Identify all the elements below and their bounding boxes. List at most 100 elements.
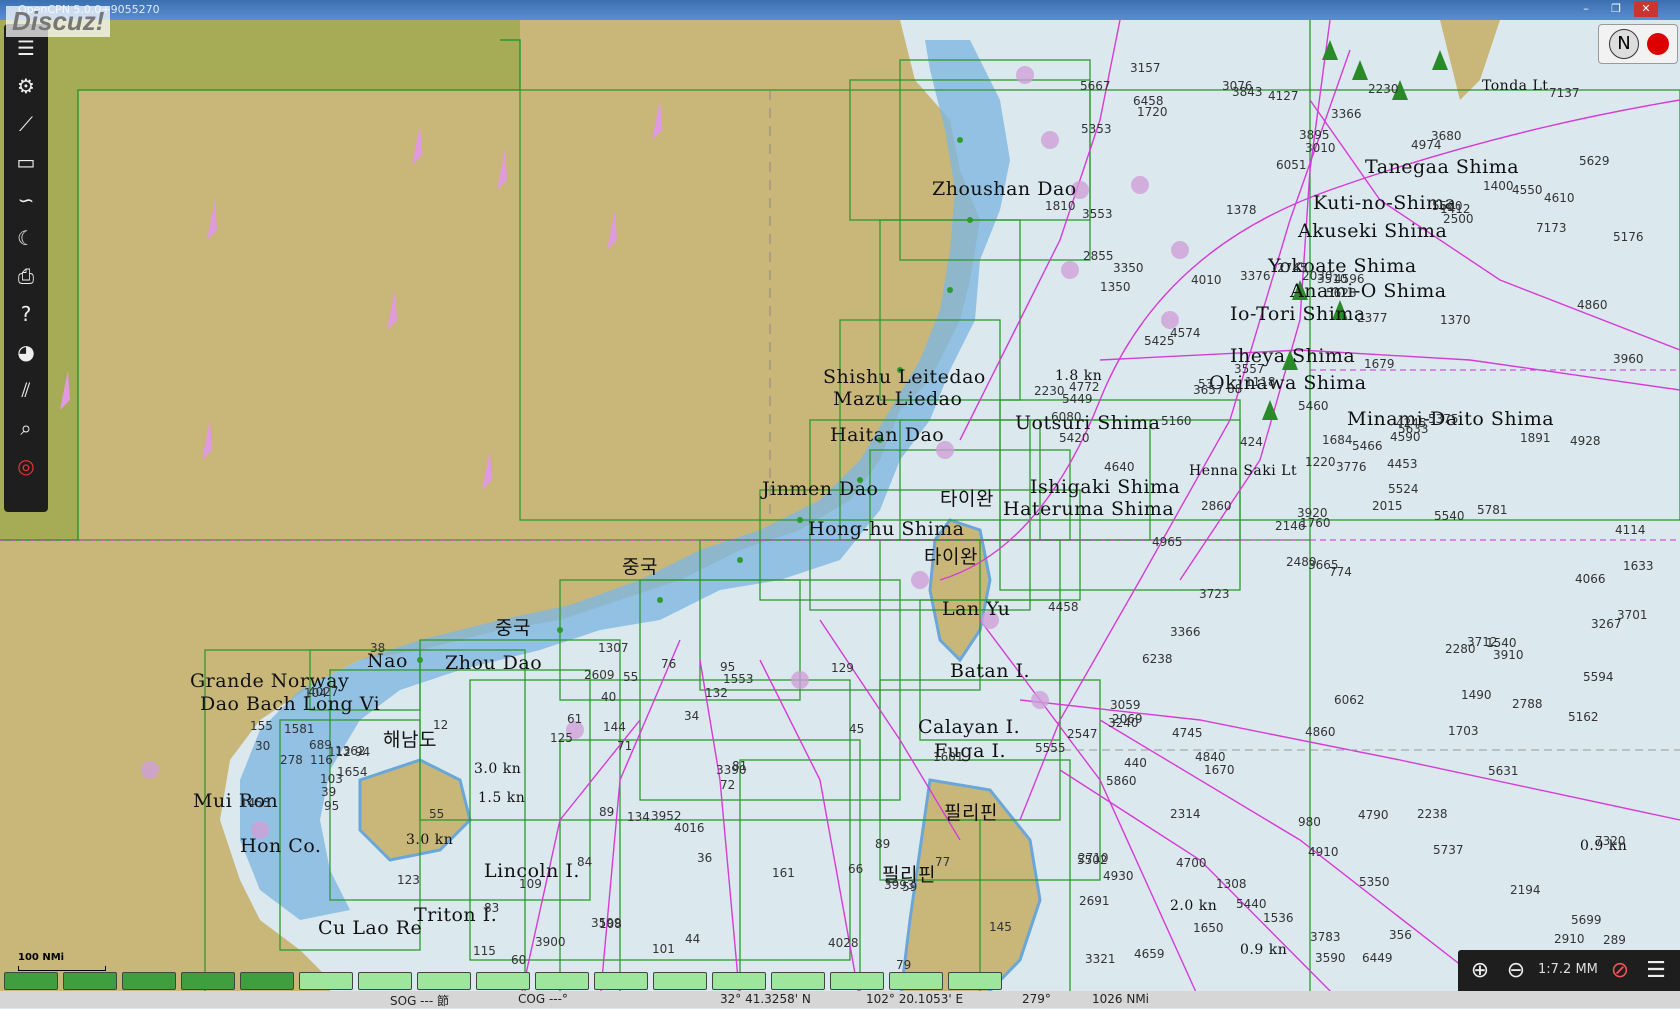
chart-label: Calayan I. <box>918 716 1021 738</box>
chart-label: Hong-hu Shima <box>808 518 965 540</box>
chart-label: Tanegaa Shima <box>1365 156 1520 178</box>
zoom-in-icon[interactable]: ⊕ <box>1464 955 1496 987</box>
depth-sounding: 4610 <box>1544 191 1575 205</box>
depth-sounding: 5449 <box>1062 392 1093 406</box>
piano-key[interactable] <box>299 972 353 990</box>
depth-sounding: 89 <box>875 837 891 851</box>
chart-label: Mazu Liedao <box>833 388 963 410</box>
chart-label: 중국 <box>622 556 658 578</box>
help-icon[interactable]: ? <box>10 298 42 330</box>
depth-sounding: 38 <box>370 641 386 655</box>
depth-sounding: 5502 <box>1077 853 1108 867</box>
maximize-button[interactable]: ❐ <box>1604 1 1628 17</box>
depth-sounding: 2238 <box>1417 807 1448 821</box>
chart-label: 해남도 <box>383 729 437 751</box>
forum-watermark: Discuz! <box>6 6 111 37</box>
depth-sounding: 1684 <box>1322 433 1353 447</box>
depth-sounding: 4930 <box>1103 869 1134 883</box>
depth-sounding: 1553 <box>723 672 754 686</box>
chart-label: Zhoushan Dao <box>932 178 1077 200</box>
piano-key[interactable] <box>240 972 294 990</box>
piano-key[interactable] <box>181 972 235 990</box>
quilt-icon[interactable]: ⊘ <box>1604 955 1636 987</box>
depth-sounding: 1378 <box>1226 203 1257 217</box>
depth-sounding: 3366 <box>1170 625 1201 639</box>
north-up-icon[interactable]: N <box>1609 29 1639 59</box>
piano-key[interactable] <box>417 972 471 990</box>
depth-sounding: 2500 <box>1443 212 1474 226</box>
depth-sounding: 1490 <box>1461 688 1492 702</box>
chart-label: 타이완 <box>924 546 978 568</box>
piano-key[interactable] <box>889 972 943 990</box>
print-icon[interactable]: ⎙ <box>10 260 42 292</box>
depth-sounding: 2910 <box>1554 932 1585 946</box>
depth-sounding: 129 <box>831 661 854 675</box>
depth-sounding: 5162 <box>1568 710 1599 724</box>
route-icon[interactable]: ⟋ <box>10 108 42 140</box>
depth-sounding: 5353 <box>1081 122 1112 136</box>
depth-sounding: 4745 <box>1172 726 1203 740</box>
depth-sounding: 145 <box>989 920 1012 934</box>
depth-sounding: 2547 <box>1067 727 1098 741</box>
piano-key[interactable] <box>4 972 58 990</box>
depth-sounding: 115 <box>473 944 496 958</box>
route-manager-icon[interactable]: ▭ <box>10 146 42 178</box>
chart-scale-bar: 100 NMi <box>18 952 106 971</box>
minimize-button[interactable]: – <box>1574 1 1598 17</box>
piano-key[interactable] <box>476 972 530 990</box>
depth-sounding: 1650 <box>1193 921 1224 935</box>
piano-key[interactable] <box>771 972 825 990</box>
piano-key[interactable] <box>653 972 707 990</box>
depth-sounding: 5540 <box>1434 509 1465 523</box>
depth-sounding: 134 <box>627 810 650 824</box>
depth-sounding: 1670 <box>1204 763 1235 777</box>
depth-sounding: 30 <box>255 739 271 753</box>
chart-canvas[interactable]: Tanegaa Shima Kuti-no-Shima Akuseki Shima Y… <box>0 20 1680 1001</box>
compass-widget[interactable]: N <box>1598 24 1678 64</box>
depth-sounding: 2691 <box>1079 894 1110 908</box>
piano-key[interactable] <box>830 972 884 990</box>
depth-sounding: 5160 <box>1161 414 1192 428</box>
hamburger-menu-icon[interactable]: ☰ <box>1640 955 1672 987</box>
cursor-distance: 1026 NMi <box>1092 992 1150 1006</box>
depth-sounding: 3895 <box>1299 128 1330 142</box>
depth-sounding: 3376 <box>1240 269 1271 283</box>
sog-readout: SOG --- 節 <box>390 994 449 1008</box>
depth-sounding: 132 <box>705 686 728 700</box>
depth-sounding: 4700 <box>1176 856 1207 870</box>
piano-key[interactable] <box>358 972 412 990</box>
depth-sounding: 3590 <box>1315 951 1346 965</box>
depth-sounding: 1350 <box>1100 280 1131 294</box>
chart-label: Zhou Dao <box>445 652 543 674</box>
depth-sounding: 4790 <box>1358 808 1389 822</box>
close-button[interactable]: ✕ <box>1634 1 1658 17</box>
chart-label: Io-Tori Shima <box>1230 303 1366 325</box>
ais-icon[interactable]: ⫽ <box>10 374 42 406</box>
depth-sounding: 3510 <box>1317 272 1348 286</box>
depth-sounding: 40 <box>601 690 617 704</box>
track-icon[interactable]: ∽ <box>10 184 42 216</box>
mob-icon[interactable]: ◎ <box>10 450 42 482</box>
chart-label: Dao Bach Long Vi <box>200 693 381 715</box>
depth-sounding: 5524 <box>1388 482 1419 496</box>
depth-sounding: 76 <box>661 657 677 671</box>
chart-label: Jinmen Dao <box>762 478 879 500</box>
depth-sounding: 4016 <box>674 821 705 835</box>
chart-search-icon[interactable]: ⌕ <box>10 412 42 444</box>
piano-key[interactable] <box>948 972 1002 990</box>
settings-icon[interactable]: ⚙ <box>10 70 42 102</box>
depth-sounding: 3350 <box>1113 261 1144 275</box>
piano-key[interactable] <box>712 972 766 990</box>
piano-key[interactable] <box>63 972 117 990</box>
depth-sounding: 81 <box>732 759 748 773</box>
zoom-out-icon[interactable]: ⊖ <box>1500 955 1532 987</box>
depth-sounding: 4574 <box>1170 326 1201 340</box>
piano-key[interactable] <box>122 972 176 990</box>
piano-key[interactable] <box>594 972 648 990</box>
depth-sounding: 3321 <box>1085 952 1116 966</box>
tides-icon[interactable]: ☾ <box>10 222 42 254</box>
dashboard-icon[interactable]: ◕ <box>10 336 42 368</box>
piano-key[interactable] <box>535 972 589 990</box>
depth-sounding: 1118 <box>1245 375 1276 389</box>
chart-label: 1.5 kn <box>478 790 526 806</box>
